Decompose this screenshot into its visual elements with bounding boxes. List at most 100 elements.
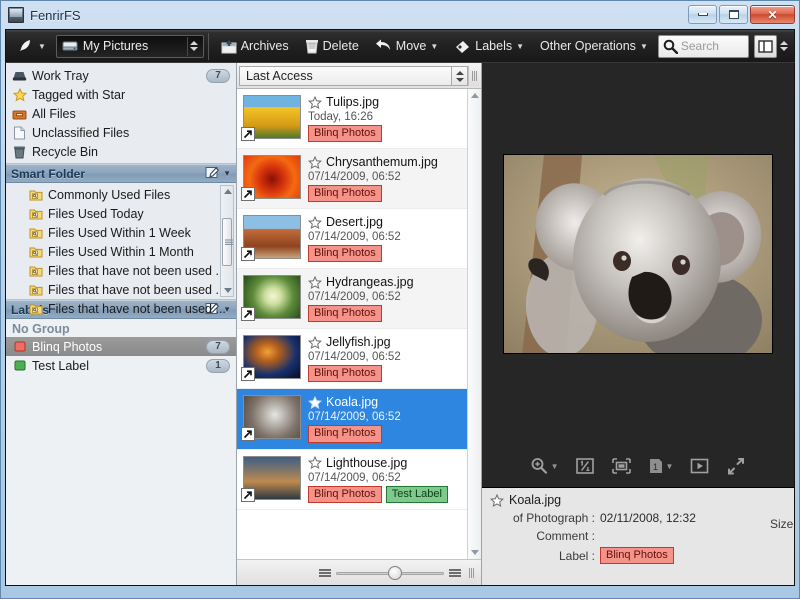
file-name-row: Koala.jpg	[308, 395, 462, 409]
scroll-up-arrow-icon[interactable]	[471, 93, 479, 98]
file-tags: Blinq Photos	[308, 245, 462, 263]
sidebar-item-smart-folder[interactable]: Files Used Within 1 Week	[6, 223, 236, 242]
move-button[interactable]: Move ▼	[367, 33, 447, 60]
thumbnail	[241, 455, 301, 502]
file-list[interactable]: Tulips.jpg Today, 16:26 Blinq Photos Chr…	[237, 89, 467, 559]
table-row[interactable]: Desert.jpg 07/14/2009, 06:52 Blinq Photo…	[237, 209, 467, 270]
scroll-down-arrow-icon[interactable]	[471, 550, 479, 555]
file-list-scrollbar[interactable]	[467, 89, 481, 559]
status-badge[interactable]: Blinq Photos	[600, 547, 674, 565]
slider-knob[interactable]	[388, 565, 402, 580]
shortcut-overlay-icon	[241, 187, 255, 202]
table-row[interactable]: Lighthouse.jpg 07/14/2009, 06:52 Blinq P…	[237, 450, 467, 510]
thumbnail-size-slider[interactable]	[336, 565, 444, 580]
sidebar-item-smart-folder[interactable]: Files Used Today	[6, 204, 236, 223]
file-name-row: Desert.jpg	[308, 215, 462, 229]
status-badge[interactable]: Blinq Photos	[308, 305, 382, 323]
shortcut-overlay-icon	[241, 307, 255, 322]
fullscreen-button[interactable]	[726, 457, 746, 475]
maximize-button[interactable]	[719, 5, 748, 24]
actual-size-button[interactable]	[575, 457, 595, 475]
zoom-in-button[interactable]: ▼	[530, 457, 559, 475]
scroll-down-arrow-icon[interactable]	[224, 288, 232, 293]
table-row[interactable]: Hydrangeas.jpg 07/14/2009, 06:52 Blinq P…	[237, 269, 467, 330]
detail-row-label: Label : Blinq Photos	[482, 547, 788, 565]
sidebar-item-unclassified-files[interactable]: Unclassified Files	[6, 123, 236, 142]
status-badge[interactable]: Blinq Photos	[308, 425, 382, 443]
labels-button[interactable]: Labels ▼	[446, 33, 532, 60]
table-row[interactable]: Tulips.jpg Today, 16:26 Blinq Photos	[237, 89, 467, 150]
close-button[interactable]: ✕	[750, 5, 795, 24]
view-spinner[interactable]	[777, 37, 791, 56]
detail-value: 02/11/2008, 12:32	[600, 511, 696, 525]
page-number-button[interactable]: 1 ▼	[648, 457, 673, 475]
sidebar-item-smart-folder[interactable]: Files that have not been used ...	[6, 299, 236, 318]
smart-folder-icon	[28, 207, 43, 221]
file-date: 07/14/2009, 06:52	[308, 231, 401, 244]
status-badge[interactable]: Blinq Photos	[308, 245, 382, 263]
split-view-button[interactable]	[753, 34, 778, 58]
file-box-icon	[12, 107, 27, 121]
status-badge[interactable]: Blinq Photos	[308, 185, 382, 203]
scrollbar-thumb[interactable]	[222, 218, 233, 266]
sidebar-item-tagged-with-star[interactable]: Tagged with Star	[6, 85, 236, 104]
star-outline-icon	[308, 335, 322, 349]
sidebar-item-smart-folder[interactable]: Files that have not been used ...	[6, 280, 236, 299]
drive-selector[interactable]: My Pictures	[55, 34, 204, 58]
delete-button[interactable]: Delete	[297, 33, 367, 60]
file-tags: Blinq Photos	[308, 425, 462, 443]
sidebar-item-recycle-bin[interactable]: Recycle Bin	[6, 142, 236, 161]
smart-folder-scrollbar[interactable]	[220, 185, 234, 297]
drive-spinner[interactable]	[186, 36, 201, 56]
preview-area[interactable]	[482, 63, 794, 445]
edit-icon[interactable]	[205, 166, 220, 182]
file-info: Tulips.jpg Today, 16:26 Blinq Photos	[308, 95, 462, 143]
status-badge[interactable]: Blinq Photos	[308, 125, 382, 143]
shortcut-overlay-icon	[241, 487, 255, 502]
preview-panel: ▼ 1 ▼ Koala.jpg of Photograph: 02/11/20…	[482, 63, 794, 585]
status-badge[interactable]: Test Label	[385, 485, 448, 503]
tray-icon	[12, 69, 27, 83]
fullscreen-icon	[728, 458, 745, 475]
search-input[interactable]: Search	[657, 34, 749, 58]
shortcut-overlay-icon	[241, 247, 255, 262]
file-date: 07/14/2009, 06:52	[308, 291, 401, 304]
sidebar-item-work-tray[interactable]: Work Tray 7	[6, 66, 236, 85]
sort-selector[interactable]: Last Access	[239, 66, 452, 86]
sidebar-item-label: Test Label	[32, 358, 89, 373]
file-name: Hydrangeas.jpg	[326, 275, 414, 290]
sidebar-item-all-files[interactable]: All Files	[6, 104, 236, 123]
table-row[interactable]: Koala.jpg 07/14/2009, 06:52 Blinq Photos	[237, 389, 467, 450]
labels-label: Labels	[475, 39, 513, 53]
panel-grip[interactable]	[468, 66, 479, 86]
minimize-button[interactable]	[688, 5, 717, 24]
smart-folder-title: Smart Folder	[11, 166, 86, 181]
chevron-down-icon[interactable]: ▼	[223, 169, 231, 178]
sidebar-item-blinq-photos[interactable]: Blinq Photos 7	[6, 337, 236, 356]
fit-window-button[interactable]	[611, 457, 632, 475]
archives-button[interactable]: Archives	[213, 33, 297, 60]
slideshow-button[interactable]	[689, 457, 710, 475]
panel-grip[interactable]	[466, 561, 477, 584]
sidebar-item-smart-folder[interactable]: Files that have not been used ...	[6, 261, 236, 280]
large-thumbnails-icon[interactable]	[449, 568, 461, 577]
quill-menu-button[interactable]: ▼	[9, 33, 54, 60]
status-badge[interactable]: Blinq Photos	[308, 485, 382, 503]
work-tray-badge: 7	[206, 68, 230, 83]
sidebar-item-smart-folder[interactable]: Files Used Within 1 Month	[6, 242, 236, 261]
sidebar-item-smart-folder[interactable]: Commonly Used Files	[6, 185, 236, 204]
sidebar-item-test-label[interactable]: Test Label 1	[6, 356, 236, 375]
other-operations-button[interactable]: Other Operations ▼	[532, 33, 656, 60]
page-number-icon: 1	[649, 459, 662, 473]
smart-folder-icon	[28, 283, 43, 297]
table-row[interactable]: Chrysanthemum.jpg 07/14/2009, 06:52 Blin…	[237, 149, 467, 210]
table-row[interactable]: Jellyfish.jpg 07/14/2009, 06:52 Blinq Ph…	[237, 329, 467, 390]
file-date: 07/14/2009, 06:52	[308, 471, 401, 484]
small-thumbnails-icon[interactable]	[319, 568, 331, 577]
detail-label: Label :	[558, 548, 595, 563]
star-outline-icon	[308, 275, 322, 289]
sort-direction-spinner[interactable]	[452, 66, 468, 86]
status-badge[interactable]: Blinq Photos	[308, 365, 382, 383]
file-info: Chrysanthemum.jpg 07/14/2009, 06:52 Blin…	[308, 155, 462, 203]
scroll-up-arrow-icon[interactable]	[224, 189, 232, 194]
